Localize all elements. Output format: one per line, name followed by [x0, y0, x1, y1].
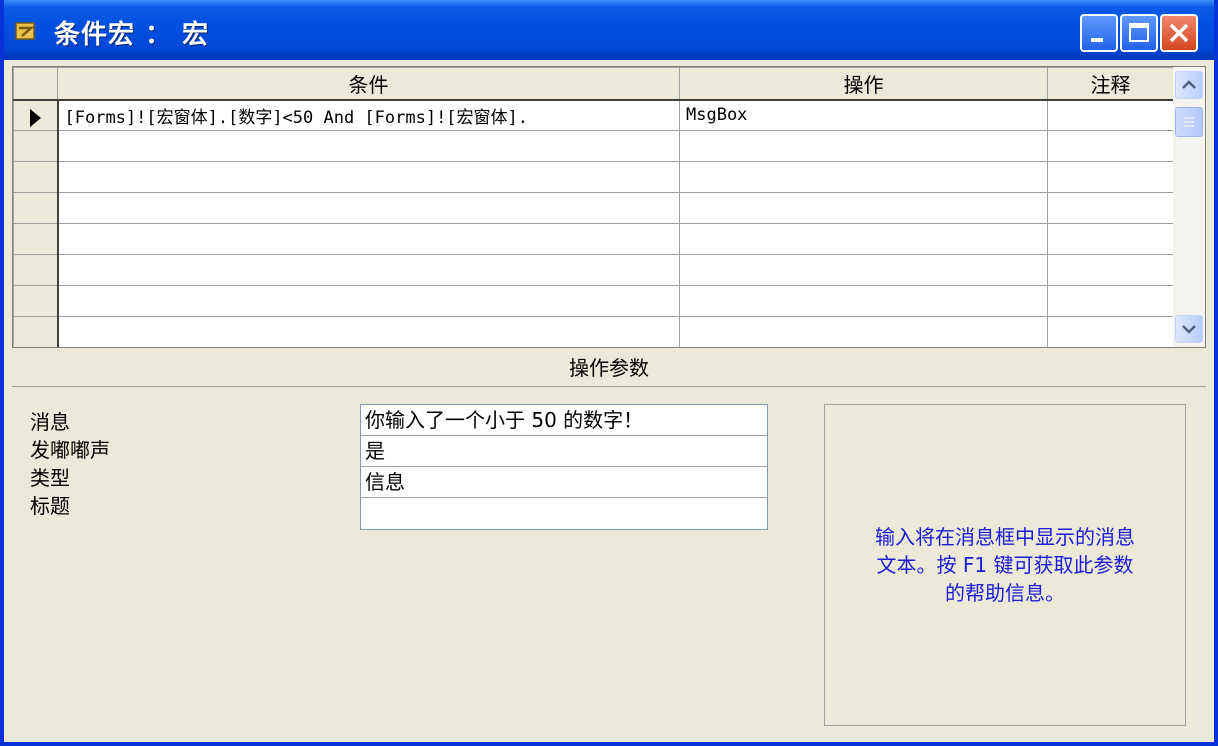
action-cell[interactable] — [679, 316, 1048, 347]
current-row-arrow-icon — [29, 109, 41, 128]
title-bar[interactable]: 条件宏 ： 宏 — [4, 0, 1214, 60]
minimize-button[interactable] — [1080, 14, 1118, 52]
table-row[interactable] — [13, 316, 1174, 347]
type-field[interactable]: 信息 — [361, 467, 767, 498]
action-cell[interactable] — [679, 223, 1048, 255]
row-selector[interactable] — [13, 223, 59, 255]
comment-cell[interactable] — [1047, 161, 1174, 193]
scroll-down-button[interactable] — [1175, 315, 1203, 343]
action-cell[interactable] — [679, 254, 1048, 286]
table-row[interactable] — [13, 223, 1174, 255]
action-cell[interactable] — [679, 130, 1048, 162]
scrollbar-thumb[interactable] — [1175, 107, 1203, 137]
comment-cell[interactable] — [1047, 192, 1174, 224]
maximize-button[interactable] — [1120, 14, 1158, 52]
row-selector[interactable] — [13, 316, 59, 347]
row-selector[interactable] — [13, 192, 59, 224]
argument-labels: 消息 发嘟嘟声 类型 标题 — [30, 408, 110, 520]
row-selector[interactable] — [13, 254, 59, 286]
row-selector[interactable] — [13, 285, 59, 317]
close-button[interactable] — [1160, 14, 1198, 52]
column-header-comment[interactable]: 注释 — [1047, 67, 1174, 101]
condition-cell[interactable] — [57, 192, 680, 224]
column-header-condition[interactable]: 条件 — [57, 67, 680, 101]
argument-label: 类型 — [30, 466, 70, 490]
condition-cell[interactable] — [57, 161, 680, 193]
comment-cell[interactable] — [1047, 254, 1174, 286]
action-cell[interactable] — [679, 285, 1048, 317]
condition-cell[interactable] — [57, 254, 680, 286]
help-panel: 输入将在消息框中显示的消息 文本。按 F1 键可获取此参数 的帮助信息。 — [824, 404, 1186, 726]
condition-cell[interactable] — [57, 223, 680, 255]
macro-grid: 条件 操作 注释 [Forms]![宏窗体].[数字]<50 And [Form… — [12, 66, 1206, 348]
scroll-up-button[interactable] — [1175, 71, 1203, 99]
table-row[interactable] — [13, 254, 1174, 286]
action-cell[interactable]: MsgBox — [679, 99, 1048, 131]
condition-cell[interactable] — [57, 285, 680, 317]
macro-window: 条件宏 ： 宏 条件 操作 注释 [Forms]![宏窗体].[数字]<50 A… — [0, 0, 1218, 746]
comment-cell[interactable] — [1047, 285, 1174, 317]
maximize-icon — [1129, 23, 1149, 42]
help-line: 的帮助信息。 — [945, 581, 1065, 605]
row-selector[interactable] — [13, 130, 59, 162]
comment-cell[interactable] — [1047, 99, 1174, 131]
argument-label: 标题 — [30, 494, 70, 518]
help-line: 输入将在消息框中显示的消息 — [875, 525, 1135, 549]
action-arguments-header: 操作参数 — [12, 350, 1206, 387]
row-selector-header — [13, 67, 58, 101]
action-cell[interactable] — [679, 161, 1048, 193]
table-row[interactable]: [Forms]![宏窗体].[数字]<50 And [Forms]![宏窗体].… — [13, 99, 1174, 131]
argument-label: 消息 — [30, 410, 70, 434]
table-row[interactable] — [13, 130, 1174, 162]
row-selector[interactable] — [13, 99, 59, 131]
message-field[interactable]: 你输入了一个小于 50 的数字！ — [361, 405, 767, 436]
chevron-up-icon — [1182, 80, 1196, 89]
table-row[interactable] — [13, 192, 1174, 224]
condition-cell[interactable]: [Forms]![宏窗体].[数字]<50 And [Forms]![宏窗体]. — [57, 99, 680, 131]
help-text: 输入将在消息框中显示的消息 文本。按 F1 键可获取此参数 的帮助信息。 — [825, 523, 1185, 607]
window-title: 条件宏 ： 宏 — [54, 20, 210, 50]
help-line: 文本。按 F1 键可获取此参数 — [876, 553, 1134, 577]
macro-icon — [15, 22, 35, 40]
beep-field[interactable]: 是 — [361, 436, 767, 467]
row-selector[interactable] — [13, 161, 59, 193]
condition-cell[interactable] — [57, 316, 680, 347]
table-row[interactable] — [13, 285, 1174, 317]
table-row[interactable] — [13, 161, 1174, 193]
argument-values: 你输入了一个小于 50 的数字！ 是 信息 — [360, 404, 768, 530]
chevron-down-icon — [1182, 325, 1196, 334]
minimize-icon — [1091, 38, 1103, 42]
column-header-action[interactable]: 操作 — [679, 67, 1048, 101]
action-cell[interactable] — [679, 192, 1048, 224]
vertical-scrollbar[interactable] — [1173, 67, 1205, 347]
condition-cell[interactable] — [57, 130, 680, 162]
grip-icon — [1184, 117, 1194, 127]
comment-cell[interactable] — [1047, 316, 1174, 347]
close-icon — [1169, 23, 1189, 43]
argument-label: 发嘟嘟声 — [30, 438, 110, 462]
title-field[interactable] — [361, 498, 767, 529]
comment-cell[interactable] — [1047, 223, 1174, 255]
comment-cell[interactable] — [1047, 130, 1174, 162]
